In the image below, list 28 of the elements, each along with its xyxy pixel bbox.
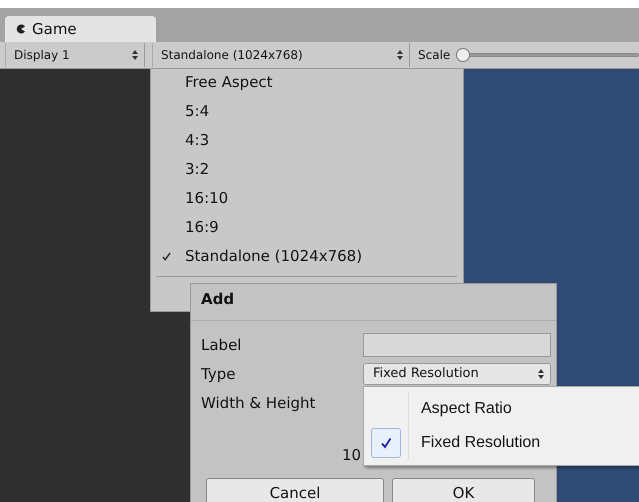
menu-item[interactable]: Free Aspect: [151, 70, 463, 99]
menu-item[interactable]: 3:2: [151, 157, 463, 186]
cancel-button[interactable]: Cancel: [206, 478, 384, 502]
display-dropdown[interactable]: Display 1: [5, 43, 145, 67]
scale-label: Scale: [418, 48, 450, 62]
aspect-dropdown[interactable]: Standalone (1024x768): [152, 43, 410, 67]
slider-thumb[interactable]: [456, 48, 470, 62]
type-label: Type: [201, 364, 236, 382]
width-value: 10: [342, 446, 362, 464]
label-field[interactable]: [363, 332, 551, 356]
ok-button[interactable]: OK: [392, 478, 535, 502]
dialog-title: Add: [191, 284, 556, 321]
menu-item[interactable]: 5:4: [151, 99, 463, 128]
game-tab[interactable]: Game: [5, 16, 156, 42]
menu-item[interactable]: Standalone (1024x768): [151, 244, 463, 273]
updown-icon: [132, 50, 138, 60]
menu-item[interactable]: 4:3: [151, 128, 463, 157]
size-label: Width & Height: [201, 394, 316, 412]
updown-icon: [397, 50, 403, 60]
type-dropdown[interactable]: Fixed Resolution: [363, 362, 551, 384]
menu-item[interactable]: 16:10: [151, 186, 463, 215]
menu-item[interactable]: Aspect Ratio: [364, 392, 639, 426]
scale-slider[interactable]: [456, 48, 639, 62]
menu-item[interactable]: 16:9: [151, 215, 463, 244]
updown-icon: [538, 368, 544, 378]
pacman-icon: [16, 24, 26, 34]
menu-item[interactable]: Fixed Resolution: [364, 426, 639, 460]
label-label: Label: [201, 336, 242, 354]
